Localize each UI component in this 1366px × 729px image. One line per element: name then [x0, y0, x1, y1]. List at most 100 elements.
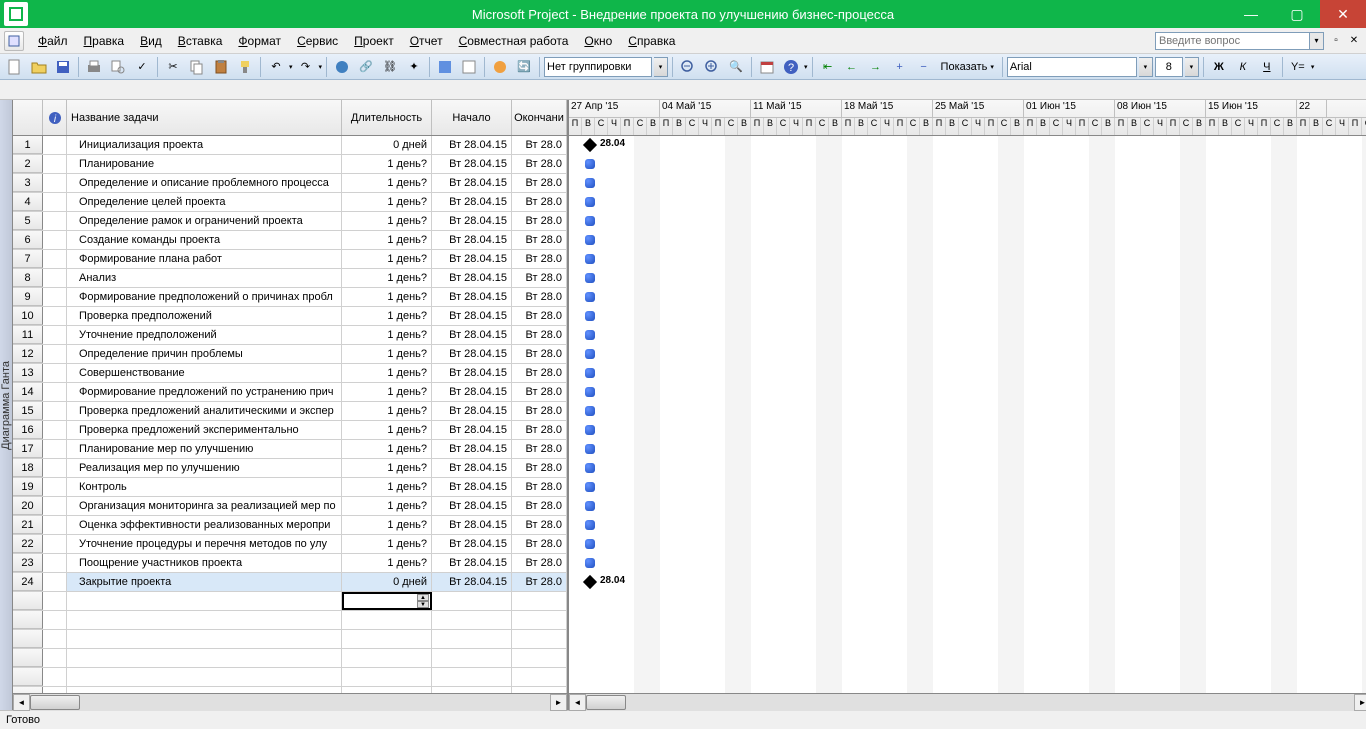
- cell-end[interactable]: Вт 28.0: [512, 326, 567, 344]
- cell-start[interactable]: Вт 28.04.15: [432, 307, 512, 325]
- cell-duration[interactable]: 1 день?: [342, 326, 432, 344]
- task-row[interactable]: 20Организация мониторинга за реализацией…: [13, 497, 567, 516]
- day-header[interactable]: С: [595, 118, 608, 135]
- task-row[interactable]: 23Поощрение участников проекта1 день?Вт …: [13, 554, 567, 573]
- task-row[interactable]: 5Определение рамок и ограничений проекта…: [13, 212, 567, 231]
- row-number[interactable]: 16: [13, 421, 43, 439]
- cell-name[interactable]: Поощрение участников проекта: [67, 554, 342, 572]
- scroll-right-icon[interactable]: ►: [550, 694, 567, 711]
- row-number[interactable]: 20: [13, 497, 43, 515]
- link-icon[interactable]: 🔗: [355, 56, 377, 78]
- open-icon[interactable]: [28, 56, 50, 78]
- day-header[interactable]: Ч: [699, 118, 712, 135]
- cell-duration[interactable]: 1 день?: [342, 440, 432, 458]
- cell-start[interactable]: Вт 28.04.15: [432, 364, 512, 382]
- day-header[interactable]: В: [855, 118, 868, 135]
- row-number[interactable]: 23: [13, 554, 43, 572]
- cell-duration[interactable]: 1 день?: [342, 516, 432, 534]
- cell-duration[interactable]: 1 день?: [342, 250, 432, 268]
- cell-end[interactable]: Вт 28.0: [512, 554, 567, 572]
- close-button[interactable]: ✕: [1320, 0, 1366, 28]
- task-bar[interactable]: [585, 159, 595, 169]
- cell-duration[interactable]: 1 день?: [342, 383, 432, 401]
- cell-name[interactable]: Определение причин проблемы: [67, 345, 342, 363]
- cell-duration[interactable]: 1 день?: [342, 193, 432, 211]
- cell-name[interactable]: Уточнение предположений: [67, 326, 342, 344]
- cell-name[interactable]: Планирование мер по улучшению: [67, 440, 342, 458]
- week-header[interactable]: 15 Июн '15: [1206, 100, 1297, 117]
- new-icon[interactable]: [4, 56, 26, 78]
- task-bar[interactable]: [585, 368, 595, 378]
- day-header[interactable]: С: [1141, 118, 1154, 135]
- task-row[interactable]: 19Контроль1 день?Вт 28.04.15Вт 28.0: [13, 478, 567, 497]
- row-number[interactable]: 8: [13, 269, 43, 287]
- gantt-scroll-left-icon[interactable]: ◄: [569, 694, 586, 711]
- cell-end[interactable]: Вт 28.0: [512, 459, 567, 477]
- menu-совместная работа[interactable]: Совместная работа: [451, 32, 577, 50]
- menu-окно[interactable]: Окно: [576, 32, 620, 50]
- day-header[interactable]: С: [868, 118, 881, 135]
- day-header[interactable]: П: [803, 118, 816, 135]
- cell-duration[interactable]: 1 день?: [342, 212, 432, 230]
- day-header[interactable]: П: [1024, 118, 1037, 135]
- day-header[interactable]: П: [894, 118, 907, 135]
- cell-duration[interactable]: 1 день?: [342, 174, 432, 192]
- hyperlink-icon[interactable]: [331, 56, 353, 78]
- task-row[interactable]: 24Закрытие проекта0 днейВт 28.04.15Вт 28…: [13, 573, 567, 592]
- task-bar[interactable]: [585, 254, 595, 264]
- font-name-dropdown[interactable]: Arial: [1007, 57, 1137, 77]
- cell-name[interactable]: Совершенствование: [67, 364, 342, 382]
- cell-end[interactable]: Вт 28.0: [512, 345, 567, 363]
- day-header[interactable]: С: [1271, 118, 1284, 135]
- cell-start[interactable]: Вт 28.04.15: [432, 402, 512, 420]
- nav-next-icon[interactable]: →: [865, 56, 887, 78]
- header-end[interactable]: Окончани: [512, 100, 567, 135]
- task-row[interactable]: 12Определение причин проблемы1 день?Вт 2…: [13, 345, 567, 364]
- row-number[interactable]: 19: [13, 478, 43, 496]
- cell-name[interactable]: Инициализация проекта: [67, 136, 342, 154]
- menu-формат[interactable]: Формат: [230, 32, 289, 50]
- row-number[interactable]: 11: [13, 326, 43, 344]
- day-header[interactable]: Ч: [1245, 118, 1258, 135]
- day-header[interactable]: В: [946, 118, 959, 135]
- help-icon[interactable]: ?: [780, 56, 802, 78]
- task-bar[interactable]: [585, 197, 595, 207]
- task-row[interactable]: 18Реализация мер по улучшению1 день?Вт 2…: [13, 459, 567, 478]
- cell-end[interactable]: Вт 28.0: [512, 136, 567, 154]
- day-header[interactable]: В: [1011, 118, 1024, 135]
- task-bar[interactable]: [585, 425, 595, 435]
- cell-name[interactable]: Закрытие проекта: [67, 573, 342, 591]
- undo-dropdown[interactable]: ▾: [289, 63, 293, 71]
- font-size-dropdown[interactable]: 8: [1155, 57, 1183, 77]
- task-row[interactable]: 13Совершенствование1 день?Вт 28.04.15Вт …: [13, 364, 567, 383]
- day-header[interactable]: В: [920, 118, 933, 135]
- week-header[interactable]: 11 Май '15: [751, 100, 842, 117]
- task-row[interactable]: 17Планирование мер по улучшению1 день?Вт…: [13, 440, 567, 459]
- day-header[interactable]: П: [1297, 118, 1310, 135]
- cell-name[interactable]: Формирование плана работ: [67, 250, 342, 268]
- day-header[interactable]: С: [816, 118, 829, 135]
- cell-start[interactable]: Вт 28.04.15: [432, 497, 512, 515]
- day-header[interactable]: В: [764, 118, 777, 135]
- undo-icon[interactable]: ↶: [265, 56, 287, 78]
- week-header[interactable]: 08 Июн '15: [1115, 100, 1206, 117]
- cell-name[interactable]: Проверка предложений аналитическими и эк…: [67, 402, 342, 420]
- day-header[interactable]: П: [1076, 118, 1089, 135]
- row-number[interactable]: 5: [13, 212, 43, 230]
- day-header[interactable]: В: [1128, 118, 1141, 135]
- week-header[interactable]: 27 Апр '15: [569, 100, 660, 117]
- task-row[interactable]: 10Проверка предположений1 день?Вт 28.04.…: [13, 307, 567, 326]
- cell-end[interactable]: Вт 28.0: [512, 573, 567, 591]
- menu-отчет[interactable]: Отчет: [402, 32, 451, 50]
- menu-сервис[interactable]: Сервис: [289, 32, 346, 50]
- day-header[interactable]: П: [1115, 118, 1128, 135]
- row-number[interactable]: [13, 592, 43, 610]
- unlink-icon[interactable]: ⛓: [379, 56, 401, 78]
- format-painter-icon[interactable]: [234, 56, 256, 78]
- sub-close-icon[interactable]: ✕: [1346, 33, 1362, 49]
- cell-duration[interactable]: 1 день?: [342, 364, 432, 382]
- cell-duration[interactable]: 1 день?: [342, 288, 432, 306]
- day-header[interactable]: В: [829, 118, 842, 135]
- task-row[interactable]: 22Уточнение процедуры и перечня методов …: [13, 535, 567, 554]
- day-header[interactable]: В: [1037, 118, 1050, 135]
